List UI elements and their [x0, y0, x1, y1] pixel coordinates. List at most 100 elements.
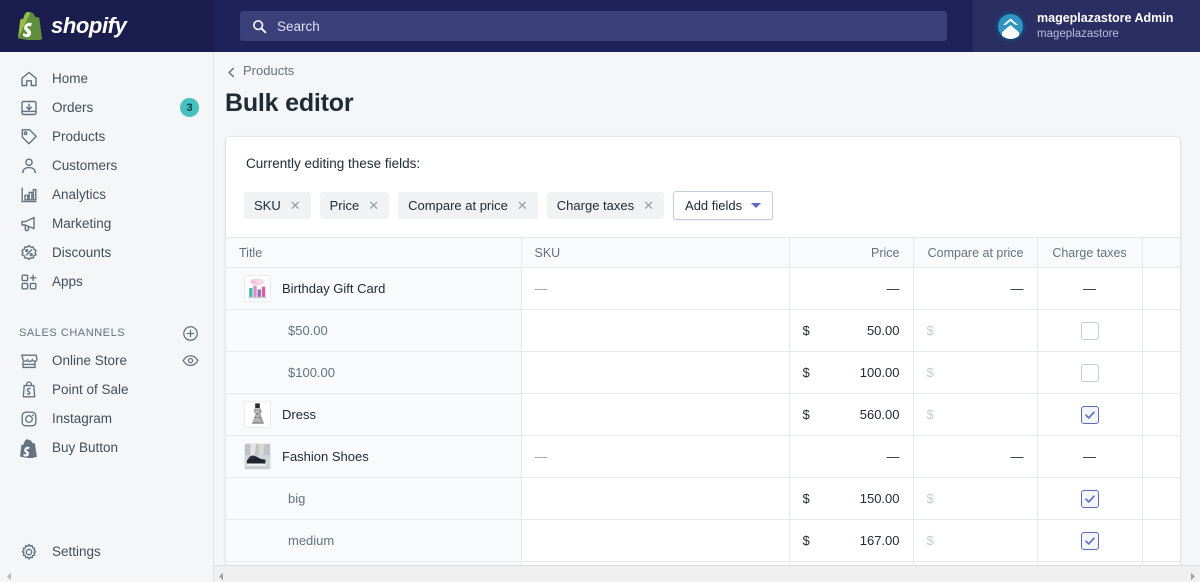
close-icon[interactable]: ✕: [643, 199, 654, 212]
eye-icon[interactable]: [182, 354, 199, 368]
table-header: Title SKU Price Compare at price Charge …: [226, 237, 1180, 268]
cell-price[interactable]: $ 100.00: [789, 351, 914, 394]
cell-charge-taxes[interactable]: [1037, 519, 1143, 562]
cell-compare-at-price[interactable]: $: [913, 351, 1038, 394]
scroll-right-arrow-icon[interactable]: [1187, 569, 1198, 580]
table-row: Birthday Gift Card — — — —: [226, 267, 1180, 310]
tag-icon: [19, 127, 39, 147]
cell-compare-at-price[interactable]: $: [913, 393, 1038, 436]
sidebar-item-settings[interactable]: Settings: [0, 537, 213, 566]
horizontal-scrollbar[interactable]: [214, 565, 1200, 582]
column-header-title[interactable]: Title: [226, 237, 522, 268]
cell-price[interactable]: $ 560.00: [789, 393, 914, 436]
dress-thumbnail: [244, 401, 271, 428]
currency-symbol: $: [802, 323, 810, 338]
cell-price[interactable]: $ 50.00: [789, 309, 914, 352]
sidebar-item-orders[interactable]: Orders 3: [0, 93, 213, 122]
bar-chart-icon: [19, 185, 39, 205]
charge-taxes-checkbox[interactable]: [1080, 531, 1099, 550]
cell-title: medium: [226, 519, 522, 562]
product-title: Fashion Shoes: [282, 449, 369, 464]
cell-extra: [1142, 393, 1180, 436]
fields-label: Currently editing these fields:: [246, 156, 421, 171]
user-menu[interactable]: mageplazastore Admin mageplazastore: [973, 0, 1200, 52]
table-row: medium $ 167.00 $: [226, 519, 1180, 562]
shopify-bag-icon: [17, 11, 43, 41]
table-row: Dress $ 560.00 $: [226, 393, 1180, 436]
column-header-compare-at-price[interactable]: Compare at price: [913, 237, 1038, 268]
person-icon: [19, 156, 39, 176]
bulk-table: Title SKU Price Compare at price Charge …: [226, 237, 1180, 582]
sidebar-item-online-store[interactable]: Online Store: [0, 346, 213, 375]
sidebar-item-point-of-sale[interactable]: Point of Sale: [0, 375, 213, 404]
close-icon[interactable]: ✕: [517, 199, 528, 212]
avatar: [995, 10, 1026, 42]
chevron-avatar-icon: [998, 13, 1023, 39]
add-fields-button[interactable]: Add fields: [673, 191, 774, 220]
sidebar-item-home[interactable]: Home: [0, 64, 213, 93]
cell-price[interactable]: $ 167.00: [789, 519, 914, 562]
sidebar-item-label: Buy Button: [52, 440, 119, 455]
bulk-table-scroll-area[interactable]: Title SKU Price Compare at price Charge …: [226, 237, 1180, 582]
cell-sku[interactable]: [521, 477, 790, 520]
search-input[interactable]: Search: [240, 11, 947, 41]
sidebar-item-discounts[interactable]: Discounts: [0, 238, 213, 267]
search-area: Search: [214, 11, 973, 41]
close-icon[interactable]: ✕: [368, 199, 379, 212]
cell-price: —: [789, 435, 914, 478]
cell-sku[interactable]: [521, 519, 790, 562]
cell-charge-taxes[interactable]: [1037, 477, 1143, 520]
cell-charge-taxes[interactable]: [1037, 351, 1143, 394]
sidebar-item-apps[interactable]: Apps: [0, 267, 213, 296]
plus-circle-icon[interactable]: [182, 325, 199, 342]
cell-charge-taxes[interactable]: [1037, 393, 1143, 436]
variant-title: $100.00: [288, 365, 335, 380]
cell-compare-at-price[interactable]: $: [913, 477, 1038, 520]
cell-title: $100.00: [226, 351, 522, 394]
cell-charge-taxes: —: [1037, 267, 1143, 310]
column-header-price[interactable]: Price: [789, 237, 914, 268]
charge-taxes-checkbox[interactable]: [1080, 363, 1099, 382]
chevron-left-icon: [226, 65, 237, 78]
close-icon[interactable]: ✕: [290, 199, 301, 212]
cell-sku[interactable]: [521, 393, 790, 436]
sidebar-item-marketing[interactable]: Marketing: [0, 209, 213, 238]
column-header-charge-taxes[interactable]: Charge taxes: [1037, 237, 1143, 268]
charge-taxes-checkbox[interactable]: [1080, 321, 1099, 340]
cell-compare-at-price: —: [913, 267, 1038, 310]
sidebar-item-label: Customers: [52, 158, 118, 173]
cell-compare-at-price[interactable]: $: [913, 309, 1038, 352]
cell-sku[interactable]: [521, 351, 790, 394]
scroll-left-arrow-icon[interactable]: [216, 569, 227, 580]
body: Home Orders 3 Products Customers Analyti…: [0, 52, 1200, 582]
pos-bag-icon: [19, 380, 39, 400]
search-icon: [252, 19, 267, 34]
sidebar-collapse-icon[interactable]: [4, 569, 15, 581]
currency-symbol: $: [802, 533, 810, 548]
chevron-down-icon: [751, 203, 762, 208]
shopify-logo[interactable]: shopify: [0, 0, 214, 52]
cell-charge-taxes[interactable]: [1037, 309, 1143, 352]
currency-symbol-placeholder: $: [926, 407, 934, 422]
cell-extra: [1142, 267, 1180, 310]
cell-compare-at-price[interactable]: $: [913, 519, 1038, 562]
sidebar-item-instagram[interactable]: Instagram: [0, 404, 213, 433]
chip-label: Charge taxes: [556, 198, 635, 213]
buy-button-bag-icon: [19, 438, 39, 458]
sidebar-item-analytics[interactable]: Analytics: [0, 180, 213, 209]
sidebar-item-label: Settings: [52, 544, 101, 559]
cell-price: —: [789, 267, 914, 310]
variant-title: $50.00: [288, 323, 328, 338]
cell-sku[interactable]: [521, 309, 790, 352]
currency-symbol-placeholder: $: [926, 491, 934, 506]
charge-taxes-checkbox[interactable]: [1080, 405, 1099, 424]
cell-extra: [1142, 519, 1180, 562]
breadcrumb[interactable]: Products: [226, 63, 294, 78]
cell-sku: —: [521, 435, 790, 478]
sidebar-item-products[interactable]: Products: [0, 122, 213, 151]
cell-price[interactable]: $ 150.00: [789, 477, 914, 520]
sidebar-item-buy-button[interactable]: Buy Button: [0, 433, 213, 462]
sidebar-item-customers[interactable]: Customers: [0, 151, 213, 180]
charge-taxes-checkbox[interactable]: [1080, 489, 1099, 508]
column-header-sku[interactable]: SKU: [521, 237, 790, 268]
